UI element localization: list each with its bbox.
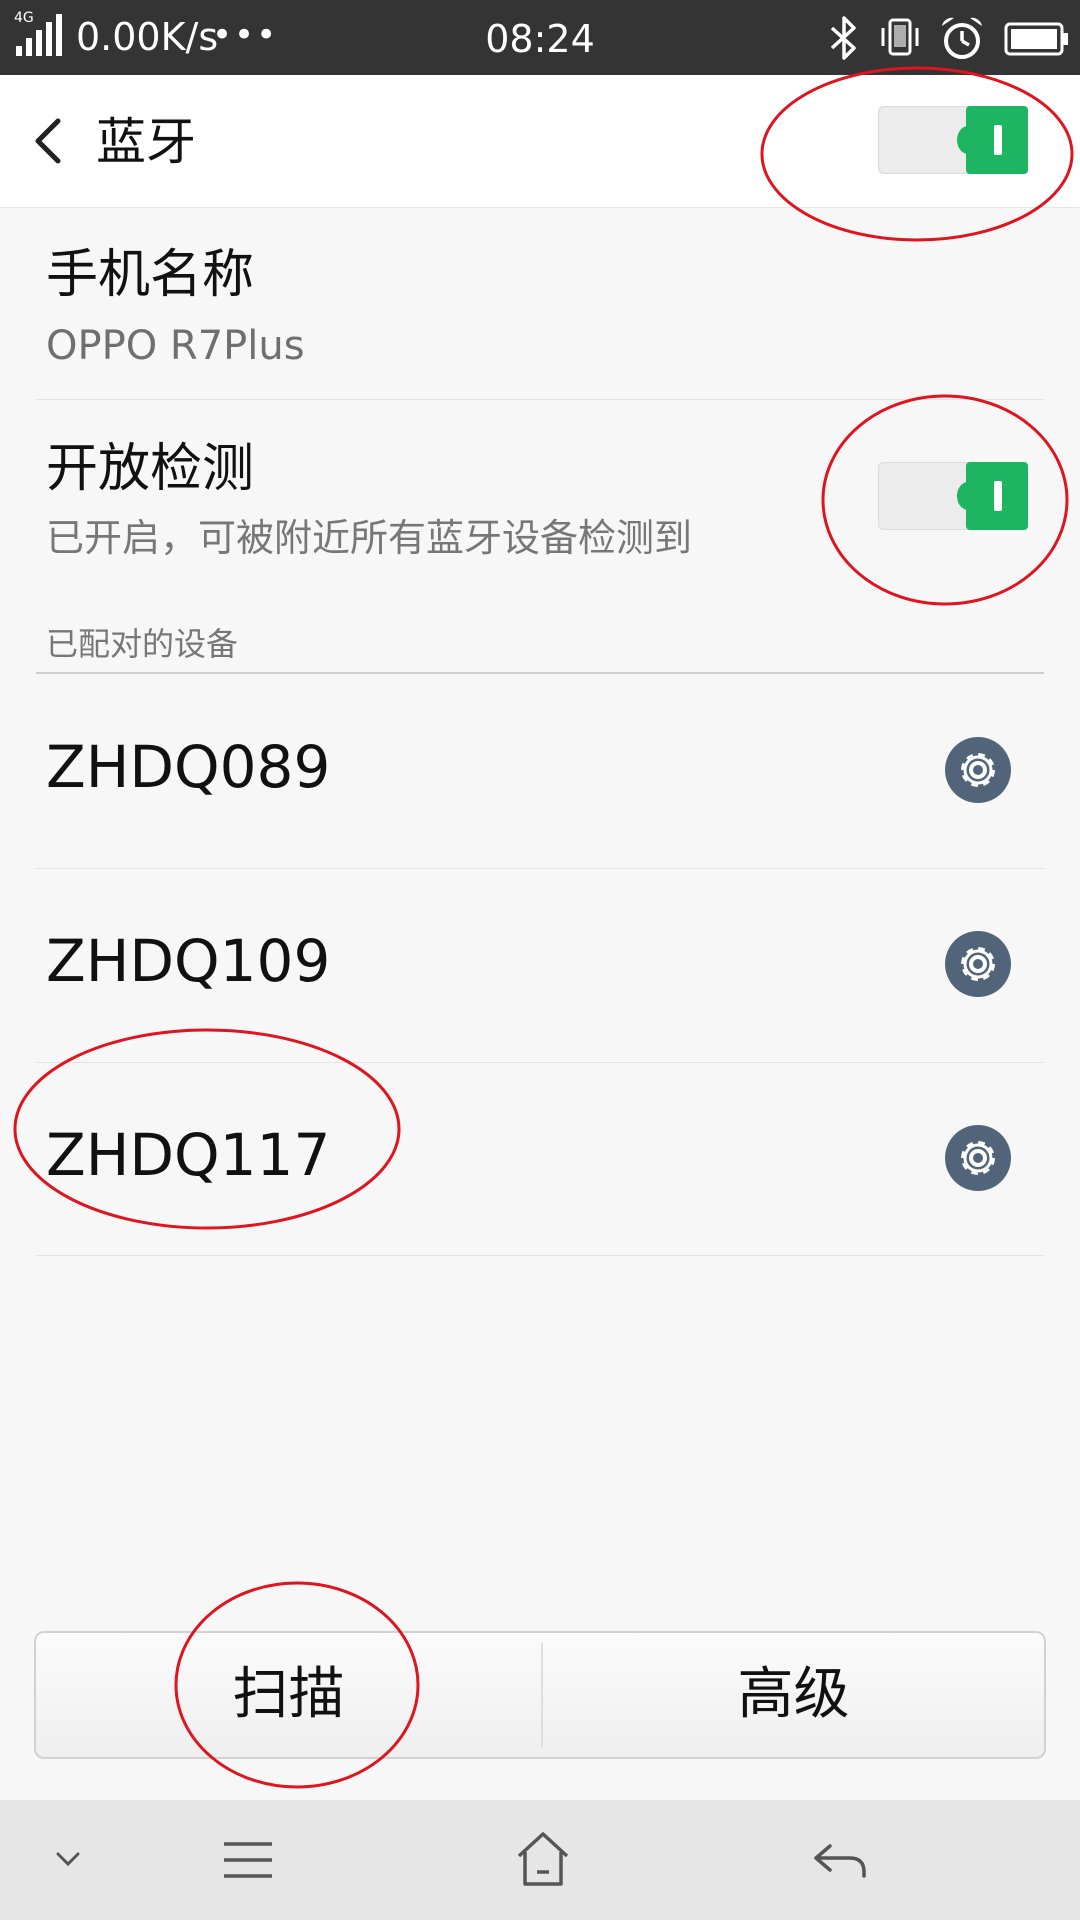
phone-name-value: OPPO R7Plus <box>46 323 305 369</box>
home-icon[interactable] <box>515 1828 571 1892</box>
divider <box>36 399 1044 400</box>
bluetooth-icon <box>830 16 856 60</box>
back-arrow-icon[interactable] <box>810 1828 870 1892</box>
bluetooth-toggle[interactable] <box>878 106 1028 174</box>
paired-device-row[interactable]: ZHDQ109 <box>0 868 1080 1061</box>
paired-device-row[interactable]: ZHDQ117 <box>0 1062 1080 1255</box>
visibility-subtitle: 已开启，可被附近所有蓝牙设备检测到 <box>46 516 693 560</box>
menu-icon[interactable] <box>220 1828 276 1892</box>
header-bar: 蓝牙 <box>0 75 1080 208</box>
status-bar: 4G 0.00K/s ••• 08:24 <box>0 0 1080 75</box>
gear-icon[interactable] <box>944 736 1012 804</box>
page-title: 蓝牙 <box>96 113 196 171</box>
navigation-bar <box>0 1800 1080 1920</box>
gear-icon[interactable] <box>944 930 1012 998</box>
bottom-button-bar: 扫描 高级 <box>34 1631 1046 1759</box>
back-arrow-icon[interactable] <box>28 111 68 171</box>
phone-name-title: 手机名称 <box>46 245 255 305</box>
visibility-toggle[interactable] <box>878 462 1028 530</box>
device-name: ZHDQ089 <box>46 733 331 801</box>
gear-icon[interactable] <box>944 1124 1012 1192</box>
vibrate-icon <box>881 18 919 56</box>
toggle-thumb-on <box>957 462 1028 530</box>
toggle-thumb-on <box>957 106 1028 174</box>
battery-icon <box>1004 22 1068 56</box>
alarm-icon <box>942 17 982 59</box>
paired-device-row[interactable]: ZHDQ089 <box>0 674 1080 867</box>
chevron-down-icon[interactable] <box>50 1828 86 1892</box>
divider <box>36 1255 1044 1256</box>
device-name: ZHDQ117 <box>46 1121 331 1189</box>
advanced-button[interactable]: 高级 <box>543 1633 1044 1757</box>
visibility-title: 开放检测 <box>46 439 255 499</box>
scan-button[interactable]: 扫描 <box>36 1633 541 1757</box>
device-name: ZHDQ109 <box>46 927 331 995</box>
paired-devices-header: 已配对的设备 <box>46 625 239 663</box>
